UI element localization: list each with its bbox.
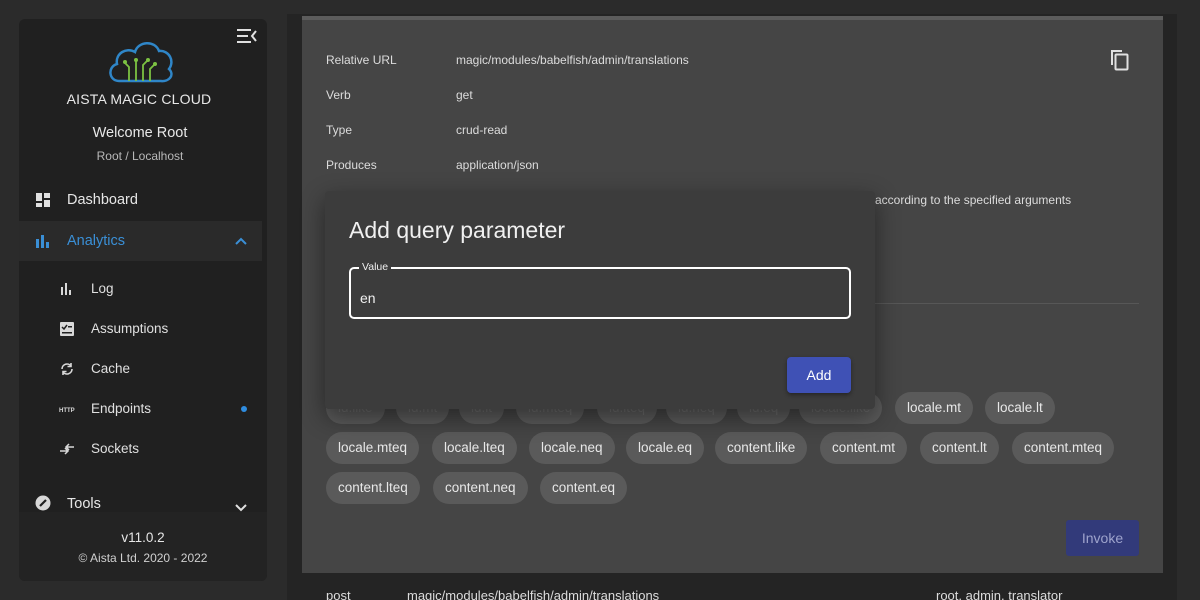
sidebar-item-label: Log <box>91 281 114 296</box>
query-chip[interactable]: content.mt <box>820 432 908 464</box>
welcome-text: Welcome Root <box>92 125 188 141</box>
next-endpoint-auth: root, admin, translator <box>936 588 1063 600</box>
brand-name: AISTA MAGIC CLOUD <box>66 91 212 107</box>
query-chip[interactable]: content.neq <box>433 472 528 504</box>
produces-label: Produces <box>326 158 377 172</box>
user-subtitle: Root / Localhost <box>96 149 184 163</box>
sidebar-item-label: Analytics <box>67 233 126 249</box>
version-text: v11.0.2 <box>121 530 165 545</box>
produces-value: application/json <box>456 158 539 172</box>
dialog-title: Add query parameter <box>349 217 566 243</box>
sidebar-item-assumptions[interactable]: Assumptions <box>19 309 262 349</box>
sidebar-item-dashboard[interactable]: Dashboard <box>19 180 262 220</box>
cloud-logo-icon <box>109 42 173 83</box>
type-label: Type <box>326 123 353 137</box>
query-chip[interactable]: locale.lt <box>985 392 1055 424</box>
sidebar: AISTA MAGIC CLOUD Welcome Root Root / Lo… <box>19 19 267 581</box>
bar-chart-icon <box>36 235 49 248</box>
value-field-label: Value <box>359 261 392 273</box>
svg-text:HTTP: HTTP <box>59 408 75 414</box>
next-endpoint-verb[interactable]: post <box>326 588 351 600</box>
query-chip[interactable]: locale.mteq <box>326 432 420 464</box>
http-icon: HTTP <box>59 408 75 414</box>
sockets-icon <box>60 443 74 455</box>
sidebar-item-analytics[interactable]: Analytics <box>19 221 262 261</box>
sidebar-item-log[interactable]: Log <box>19 269 262 309</box>
next-endpoint-url[interactable]: magic/modules/babelfish/admin/translatio… <box>407 588 659 600</box>
query-chip[interactable]: locale.neq <box>529 432 615 464</box>
description-text: according to the specified arguments <box>875 193 1072 207</box>
query-chip[interactable]: locale.mt <box>895 392 974 424</box>
query-chip[interactable]: content.eq <box>540 472 628 504</box>
sidebar-footer: v11.0.2 © Aista Ltd. 2020 - 2022 <box>19 512 267 581</box>
refresh-icon <box>61 363 73 375</box>
relative-url-value: magic/modules/babelfish/admin/translatio… <box>456 53 689 67</box>
sidebar-item-sockets[interactable]: Sockets <box>19 429 262 469</box>
bar-chart-icon <box>61 283 71 295</box>
query-chip[interactable]: locale.eq <box>626 432 705 464</box>
query-chip[interactable]: content.lt <box>920 432 999 464</box>
sidebar-item-label: Tools <box>67 496 101 512</box>
add-query-parameter-dialog: Add query parameter Value Add <box>325 191 875 409</box>
sidebar-item-label: Dashboard <box>67 192 138 208</box>
sidebar-item-label: Cache <box>91 361 131 376</box>
query-chip[interactable]: locale.lteq <box>432 432 517 464</box>
verb-label: Verb <box>326 88 351 102</box>
invoke-button[interactable]: Invoke <box>1066 520 1139 556</box>
value-input[interactable] <box>360 287 830 309</box>
sidebar-item-label: Sockets <box>91 441 140 456</box>
value-field: Value <box>349 261 851 319</box>
query-chip[interactable]: content.mteq <box>1012 432 1115 464</box>
type-value: crud-read <box>456 123 508 137</box>
dashboard-icon <box>36 193 50 207</box>
sidebar-item-label: Assumptions <box>91 321 169 336</box>
verb-value: get <box>456 88 473 102</box>
add-button[interactable]: Add <box>787 357 851 393</box>
checklist-icon <box>60 322 74 336</box>
sidebar-item-cache[interactable]: Cache <box>19 349 262 389</box>
notification-dot <box>241 406 247 412</box>
relative-url-label: Relative URL <box>326 53 397 67</box>
menu-collapse-icon[interactable] <box>237 27 257 45</box>
chevron-up-icon <box>235 237 247 245</box>
query-chip[interactable]: content.like <box>715 432 808 464</box>
copy-icon[interactable] <box>1107 48 1131 72</box>
copyright-text: © Aista Ltd. 2020 - 2022 <box>78 551 208 565</box>
wrench-icon <box>35 495 51 511</box>
query-chip[interactable]: content.lteq <box>326 472 420 504</box>
sidebar-item-label: Endpoints <box>91 401 152 416</box>
sidebar-item-endpoints[interactable]: HTTP Endpoints <box>19 389 262 429</box>
